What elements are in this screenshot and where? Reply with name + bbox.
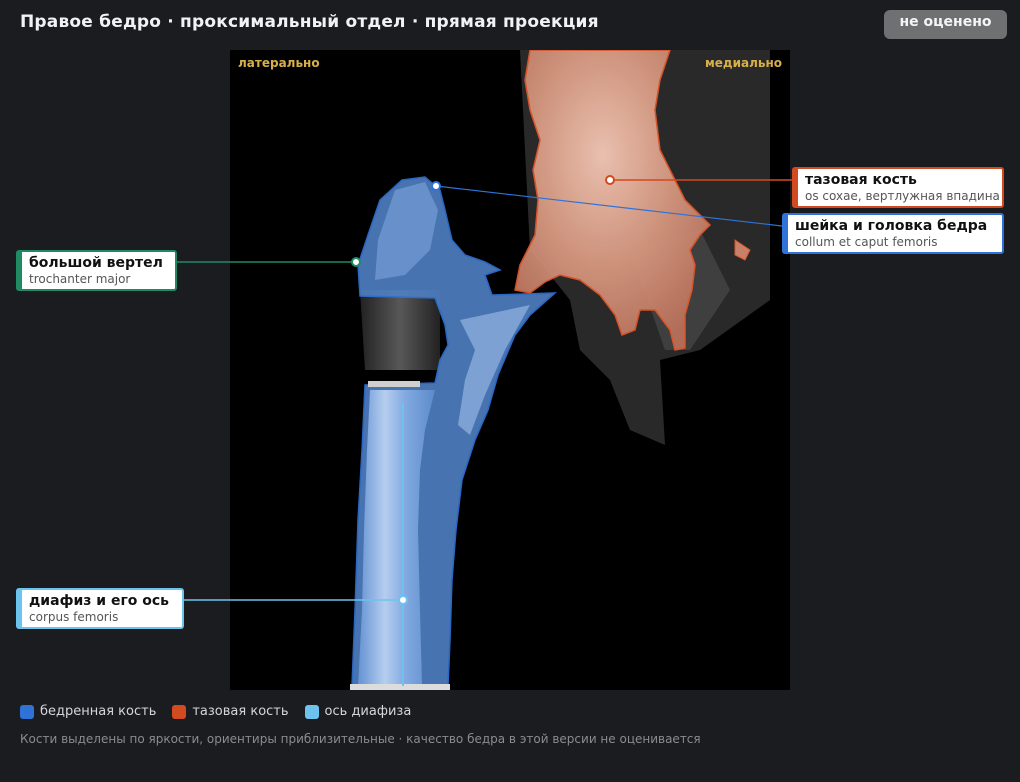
pelvis-label: тазовая кость os coxae, вертлужная впади… xyxy=(792,167,1004,208)
legend-label-axis: ось диафиза xyxy=(324,704,412,719)
trochanter-label-main: большой вертел xyxy=(29,255,163,271)
shaft-label-main: диафиз и его ось xyxy=(29,593,170,609)
neck-label: шейка и головка бедра collum et caput fe… xyxy=(782,213,1004,254)
legend-item-femur: бедренная кость xyxy=(20,704,156,719)
legend-label-femur: бедренная кость xyxy=(40,704,157,719)
pelvis-label-sub: os coxae, вертлужная впадина xyxy=(805,189,1000,203)
legend-swatch-femur xyxy=(20,704,34,719)
footer-note: Кости выделены по яркости, ориентиры при… xyxy=(20,732,701,746)
shaft-label-sub: corpus femoris xyxy=(29,610,119,624)
xray-image: латерально медиально xyxy=(230,50,790,690)
trochanter-label: большой вертел trochanter major xyxy=(16,250,177,291)
legend-swatch-pelvis xyxy=(172,704,187,719)
legend-label-pelvis: тазовая кость xyxy=(192,704,289,719)
neck-label-main: шейка и головка бедра xyxy=(795,218,988,234)
orientation-lateral: латерально xyxy=(238,56,320,70)
neck-label-sub: collum et caput femoris xyxy=(795,235,938,249)
shaft-label: диафиз и его ось corpus femoris xyxy=(16,588,184,629)
orientation-medial: медиально xyxy=(704,56,782,70)
legend-swatch-axis xyxy=(304,704,319,719)
pelvis-label-main: тазовая кость xyxy=(805,172,917,188)
legend: бедренная кость тазовая кость ось диафиз… xyxy=(20,704,411,719)
xray-drawing xyxy=(350,50,770,690)
legend-item-pelvis: тазовая кость xyxy=(172,704,289,719)
legend-item-axis: ось диафиза xyxy=(304,704,412,719)
status-badge: не оценено xyxy=(884,10,1007,39)
page-title: Правое бедро · проксимальный отдел · пря… xyxy=(20,12,599,32)
trochanter-label-sub: trochanter major xyxy=(29,272,131,286)
